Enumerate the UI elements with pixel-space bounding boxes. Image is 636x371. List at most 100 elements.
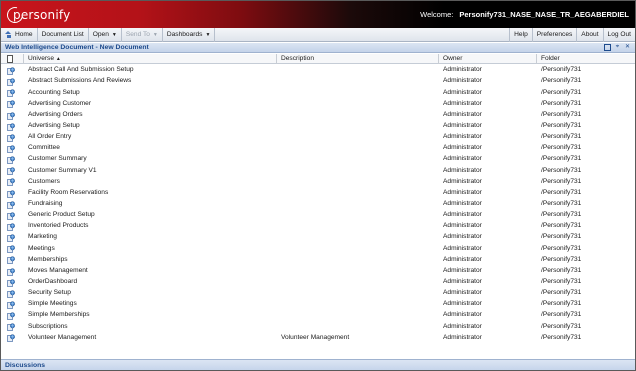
discussions-panel-header[interactable]: Discussions [1,359,635,370]
logout-link[interactable]: Log Out [602,27,635,42]
open-label: Open [92,31,109,38]
universe-icon [7,245,15,254]
dashboards-menu[interactable]: Dashboards ▼ [163,27,216,42]
universe-name[interactable]: Security Setup [28,289,71,296]
universe-name[interactable]: Committee [28,144,60,151]
table-row[interactable]: Security Setup Administrator/Personify731 [1,288,635,299]
column-header-owner[interactable]: Owner [443,55,462,62]
universe-name[interactable]: Generic Product Setup [28,211,95,218]
table-row[interactable]: Advertising Orders Administrator/Personif… [1,110,635,121]
table-row[interactable]: Customer Summary Administrator/Personify7… [1,154,635,165]
chevron-down-icon: ▼ [205,31,211,38]
universe-name[interactable]: Abstract Call And Submission Setup [28,66,134,73]
table-header: Universe ▲ Description Owner Folder [1,54,635,64]
universe-name[interactable]: OrderDashboard [28,278,77,285]
column-header-universe[interactable]: Universe ▲ [28,55,61,62]
universe-folder: /Personify731 [541,322,582,330]
universe-icon [7,223,15,231]
column-divider[interactable] [438,54,439,64]
table-row[interactable]: Meetings Administrator/Personify731 [1,243,635,254]
universe-owner: Administrator [443,311,482,319]
help-link[interactable]: Help [509,27,532,42]
table-row[interactable]: OrderDashboard Administrator/Personify731 [1,277,635,288]
table-row[interactable]: Abstract Submissions And Reviews Administ… [1,76,635,87]
table-row[interactable]: Customer Summary V1 Administrator/Personi… [1,165,635,176]
universe-name[interactable]: Abstract Submissions And Reviews [28,77,131,84]
universe-owner: Administrator [443,110,482,118]
universe-icon [7,212,15,220]
universe-folder: /Personify731 [541,244,582,252]
table-row[interactable]: Abstract Call And Submission Setup Admini… [1,65,635,76]
universe-name[interactable]: Customer Summary [28,155,87,162]
universe-name[interactable]: Advertising Customer [28,100,91,107]
universe-owner: Administrator [443,199,482,207]
send-to-label: Send To [125,31,150,38]
universe-owner: Administrator [443,77,482,85]
table-row[interactable]: Advertising Setup Administrator/Personify… [1,121,635,132]
table-row[interactable]: Simple Meetings Administrator/Personify73… [1,299,635,310]
universe-owner: Administrator [443,177,482,185]
table-row[interactable]: Marketing Administrator/Personify731 [1,232,635,243]
table-row[interactable]: Committee Administrator/Personify731 [1,143,635,154]
document-list-button[interactable]: Document List [38,27,89,42]
table-row[interactable]: Fundraising Administrator/Personify731 [1,199,635,210]
universe-name[interactable]: Accounting Setup [28,89,80,96]
table-row[interactable]: Subscriptions Administrator/Personify731 [1,321,635,332]
universe-name[interactable]: Moves Management [28,267,88,274]
pin-icon[interactable]: ⌖ [614,44,621,51]
table-row[interactable]: Volunteer Management Volunteer Management… [1,332,635,343]
preferences-link[interactable]: Preferences [531,27,577,42]
universe-folder: /Personify731 [541,211,582,219]
universe-name[interactable]: Fundraising [28,200,62,207]
table-row[interactable]: Advertising Customer Administrator/Person… [1,98,635,109]
column-divider[interactable] [536,54,537,64]
universe-name[interactable]: Memberships [28,256,68,263]
universe-list: Abstract Call And Submission Setup Admini… [1,65,635,344]
universe-owner: Administrator [443,211,482,219]
universe-name[interactable]: All Order Entry [28,133,71,140]
table-row[interactable]: Memberships Administrator/Personify731 [1,254,635,265]
universe-icon [7,234,15,242]
close-icon[interactable]: ✕ [624,44,631,51]
table-row[interactable]: Moves Management Administrator/Personify7… [1,266,635,277]
universe-name[interactable]: Volunteer Management [28,334,96,341]
universe-name[interactable]: Inventoried Products [28,222,88,229]
universe-owner: Administrator [443,277,482,285]
column-divider[interactable] [276,54,277,64]
open-menu[interactable]: Open ▼ [89,27,122,42]
table-row[interactable]: Customers Administrator/Personify731 [1,176,635,187]
about-link[interactable]: About [576,27,602,42]
table-row[interactable]: Generic Product Setup Administrator/Perso… [1,210,635,221]
universe-icon [7,189,15,198]
universe-name[interactable]: Advertising Setup [28,122,80,129]
universe-icon [7,256,15,265]
column-header-folder[interactable]: Folder [541,55,560,62]
home-button[interactable]: Home [1,27,38,42]
table-row[interactable]: Simple Memberships Administrator/Personif… [1,310,635,321]
table-row[interactable]: All Order Entry Administrator/Personify73… [1,132,635,143]
universe-name[interactable]: Subscriptions [28,323,68,330]
welcome-message: Welcome: Personify731_NASE_NASE_TR_AEGABE… [420,10,629,19]
sort-ascending-icon: ▲ [55,56,61,62]
column-header-description[interactable]: Description [281,55,314,62]
table-row[interactable]: Facility Room Reservations Administrator /… [1,188,635,199]
universe-name[interactable]: Simple Memberships [28,311,90,318]
column-divider[interactable] [23,54,24,64]
universe-name[interactable]: Facility Room Reservations [28,189,108,196]
send-to-menu[interactable]: Send To ▼ [122,27,163,42]
universe-name[interactable]: Meetings [28,245,55,252]
universe-name[interactable]: Simple Meetings [28,300,77,307]
table-row[interactable]: Accounting Setup Administrator/Personify7… [1,87,635,98]
universe-icon [7,267,15,276]
maximize-icon[interactable] [604,44,611,51]
universe-icon [7,67,15,75]
table-row[interactable]: Inventoried Products Administrator/Person… [1,221,635,232]
universe-name[interactable]: Customers [28,178,60,185]
universe-folder: /Personify731 [541,177,582,185]
universe-folder: /Personify731 [541,155,582,163]
home-icon [5,31,12,38]
universe-owner: Administrator [443,166,482,174]
universe-name[interactable]: Advertising Orders [28,111,83,118]
universe-name[interactable]: Marketing [28,233,57,240]
universe-name[interactable]: Customer Summary V1 [28,167,97,174]
